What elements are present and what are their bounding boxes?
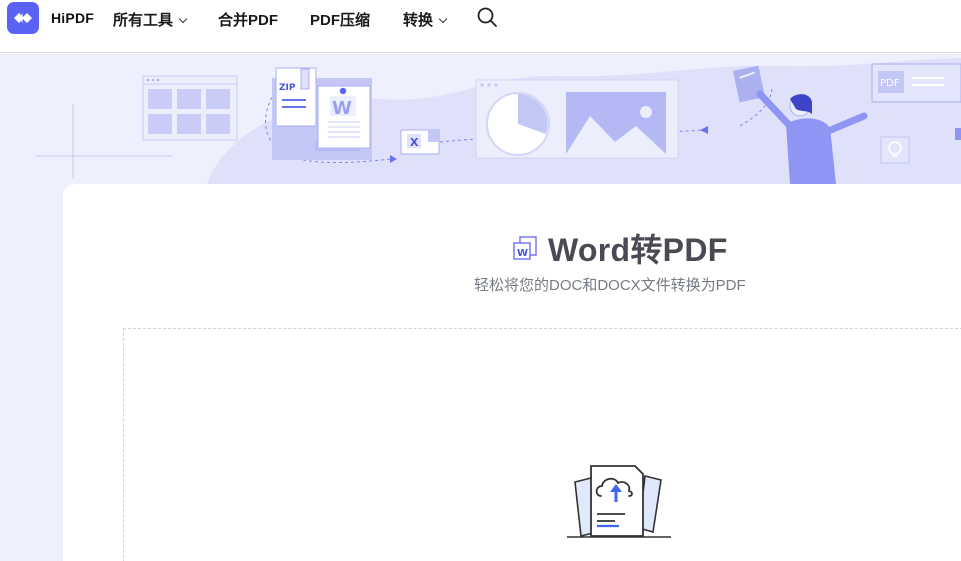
tool-heading: W Word转PDF — [512, 225, 728, 271]
nav-convert[interactable]: 转换 — [403, 9, 448, 30]
svg-text:X: X — [410, 136, 419, 149]
hero-illustration: ZIP W X PDF — [36, 58, 961, 194]
nav-all-tools[interactable]: 所有工具 — [113, 9, 188, 30]
cloud-upload-document-icon[interactable] — [563, 460, 675, 550]
chevron-down-icon — [438, 14, 448, 23]
excel-document-graphic: X — [400, 129, 440, 155]
hipdf-logo[interactable] — [7, 2, 39, 34]
nav-merge-pdf-label: 合并PDF — [218, 12, 279, 29]
nav-all-tools-label: 所有工具 — [113, 12, 174, 29]
nav-compress-pdf[interactable]: PDF压缩 — [310, 9, 370, 30]
svg-text:W: W — [517, 248, 528, 259]
grid-window-graphic — [142, 75, 238, 141]
nav-compress-pdf-label: PDF压缩 — [310, 12, 371, 29]
lightbulb-graphic — [880, 136, 910, 164]
chevron-down-icon — [178, 14, 188, 23]
top-navigation-bar: HiPDF 所有工具 合并PDF PDF压缩 转换 — [0, 0, 961, 53]
word-file-icon: W — [513, 236, 537, 260]
chart-window-graphic — [475, 79, 679, 159]
page-subtitle: 轻松将您的DOC和DOCX文件转换为PDF — [474, 277, 746, 294]
file-drop-zone[interactable] — [123, 328, 961, 561]
logo-diamond-icon — [14, 13, 32, 23]
svg-text:PDF: PDF — [880, 78, 900, 89]
word-document-graphic: W — [315, 85, 371, 151]
brand-name[interactable]: HiPDF — [51, 10, 94, 26]
svg-text:ZIP: ZIP — [279, 83, 296, 93]
search-icon[interactable] — [476, 6, 498, 28]
nav-merge-pdf[interactable]: 合并PDF — [218, 9, 278, 30]
page-title: Word转PDF — [548, 232, 728, 268]
nav-convert-label: 转换 — [403, 12, 434, 29]
svg-text:W: W — [332, 98, 352, 119]
